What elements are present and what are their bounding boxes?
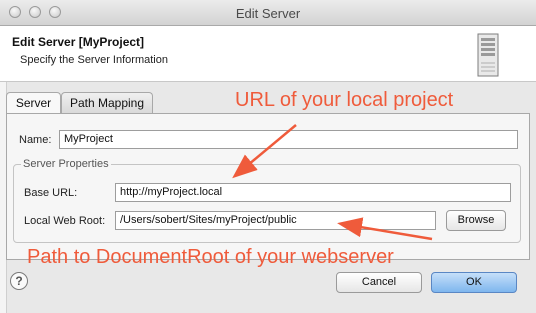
path-arrow <box>337 217 433 241</box>
url-arrow <box>232 124 297 179</box>
annotation-arrows <box>232 124 433 241</box>
